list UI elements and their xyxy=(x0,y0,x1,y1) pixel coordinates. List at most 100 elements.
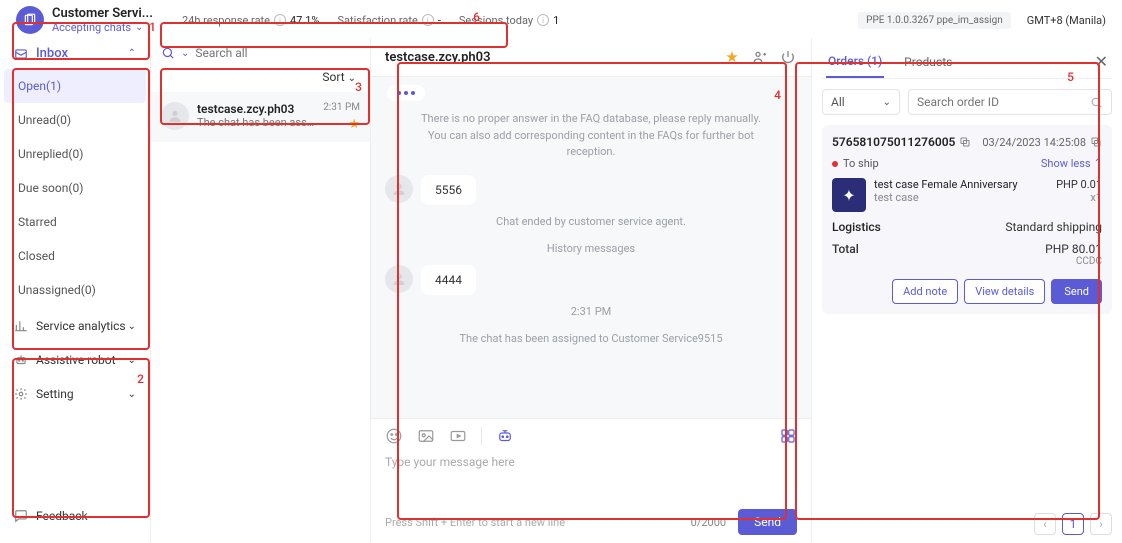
char-counter: 0/2000 xyxy=(691,516,726,529)
chat-body[interactable]: There is no proper answer in the FAQ dat… xyxy=(371,77,811,418)
stat-sessions: Sessions today i 1 xyxy=(459,14,559,27)
accepting-chats-toggle[interactable]: Accepting chats ⌄ xyxy=(52,21,162,34)
avatar-icon xyxy=(385,265,413,293)
compose-hint: Press Shift + Enter to start a new line xyxy=(385,516,681,529)
tab-orders[interactable]: Orders (1) xyxy=(826,48,884,78)
order-send-button[interactable]: Send xyxy=(1051,279,1102,304)
copy-icon[interactable] xyxy=(959,136,971,148)
system-message: The chat has been assigned to Customer S… xyxy=(385,328,797,349)
power-icon[interactable] xyxy=(779,48,797,66)
brand-status-label: Accepting chats xyxy=(52,21,131,34)
info-icon[interactable]: i xyxy=(422,14,434,26)
info-icon[interactable]: i xyxy=(274,14,286,26)
message-row: 5556 xyxy=(385,175,797,205)
chat-pane: testcase.zcy.ph03 ★ There is no proper a… xyxy=(370,38,812,543)
feedback-icon xyxy=(14,509,28,523)
order-status-text: To ship xyxy=(843,157,879,170)
chevron-up-icon: ⌃ xyxy=(128,48,136,59)
emoji-icon[interactable] xyxy=(385,427,403,445)
logistics-value: Standard shipping xyxy=(1005,220,1102,234)
sidebar-feedback-label: Feedback xyxy=(36,509,88,523)
chevron-down-icon: ⌄ xyxy=(128,321,136,332)
total-value: PHP 80.01 xyxy=(1045,242,1102,256)
product-price: PHP 0.01 xyxy=(1056,178,1102,191)
order-status: To ship xyxy=(832,157,879,170)
conv-search-input[interactable] xyxy=(195,46,360,60)
sidebar-inbox-label: Inbox xyxy=(36,46,68,61)
conv-item-time: 2:31 PM xyxy=(323,102,360,113)
transfer-agent-icon[interactable] xyxy=(751,48,769,66)
video-icon[interactable] xyxy=(449,427,467,445)
brand-avatar xyxy=(16,6,44,34)
stat-value: 1 xyxy=(553,14,559,27)
order-total-row: Total PHP 80.01 CCDC xyxy=(832,242,1102,267)
conversation-list: ⌄ Sort ⌄ testcase.zcy.ph03 The chat has … xyxy=(150,38,370,543)
bot-icon[interactable] xyxy=(496,427,514,445)
sidebar-item-open[interactable]: Open(1) xyxy=(4,69,146,103)
sidebar-item-closed[interactable]: Closed xyxy=(4,239,146,273)
sidebar-robot-label: Assistive robot xyxy=(36,353,116,367)
product-name: test case Female Anniversary xyxy=(874,178,1048,191)
search-icon[interactable] xyxy=(1090,96,1103,109)
sidebar-item-unassigned[interactable]: Unassigned(0) xyxy=(4,273,146,307)
order-id: 576581075011276005 xyxy=(832,135,971,149)
env-badge: PPE 1.0.0.3267 ppe_im_assign xyxy=(858,12,1011,29)
select-label: All xyxy=(831,95,845,109)
add-note-button[interactable]: Add note xyxy=(892,279,958,304)
sidebar-section-robot[interactable]: Assistive robot ⌄ xyxy=(4,345,146,375)
order-search-input[interactable] xyxy=(917,95,1090,109)
stat-label: Satisfaction rate xyxy=(338,14,418,27)
sidebar-item-unreplied[interactable]: Unreplied(0) xyxy=(4,137,146,171)
send-button[interactable]: Send xyxy=(738,509,797,535)
right-panel: Orders (1) Products ✕ All ⌄ xyxy=(812,38,1122,543)
show-less-toggle[interactable]: Show less ⌃ xyxy=(1041,157,1102,170)
view-details-button[interactable]: View details xyxy=(964,279,1045,304)
chevron-up-icon: ⌃ xyxy=(1094,158,1102,169)
search-icon[interactable] xyxy=(161,46,175,60)
order-date-text: 03/24/2023 14:25:08 xyxy=(982,136,1086,149)
compose-input[interactable]: Type your message here xyxy=(385,451,797,479)
stat-satisfaction: Satisfaction rate i - xyxy=(338,14,441,27)
apps-grid-icon[interactable] xyxy=(779,427,797,445)
sidebar-inbox-header[interactable]: Inbox ⌃ xyxy=(4,38,146,69)
info-icon[interactable]: i xyxy=(537,14,549,26)
sidebar-feedback[interactable]: Feedback xyxy=(4,499,146,537)
status-dot-icon xyxy=(832,161,838,167)
sidebar-item-duesoon[interactable]: Due soon(0) xyxy=(4,171,146,205)
sidebar: Inbox ⌃ Open(1) Unread(0) Unreplied(0) D… xyxy=(0,38,150,543)
order-search[interactable] xyxy=(908,89,1112,115)
chevron-down-icon: ⌄ xyxy=(348,73,356,84)
order-filter-select[interactable]: All ⌄ xyxy=(822,89,900,115)
timezone-label: GMT+8 (Manila) xyxy=(1027,14,1106,27)
message-row: 4444 xyxy=(385,265,797,295)
star-icon[interactable]: ★ xyxy=(348,117,360,132)
total-label: Total xyxy=(832,242,859,267)
sidebar-setting-label: Setting xyxy=(36,387,74,401)
sidebar-section-analytics[interactable]: Service analytics ⌄ xyxy=(4,311,146,341)
pager-page-current[interactable]: 1 xyxy=(1062,513,1084,535)
conv-sort[interactable]: Sort ⌄ xyxy=(151,68,370,92)
order-logistics-row: Logistics Standard shipping xyxy=(832,220,1102,234)
conversation-item[interactable]: testcase.zcy.ph03 The chat has been assi… xyxy=(151,92,370,142)
product-thumbnail: ✦ xyxy=(832,178,866,212)
pager-prev-button[interactable]: ‹ xyxy=(1034,513,1056,535)
avatar-icon xyxy=(161,102,189,130)
avatar-icon xyxy=(385,175,413,203)
tab-products[interactable]: Products xyxy=(902,49,954,77)
image-icon[interactable] xyxy=(417,427,435,445)
pager-next-button[interactable]: › xyxy=(1090,513,1112,535)
chevron-down-icon[interactable]: ⌄ xyxy=(181,48,189,59)
gear-icon xyxy=(14,387,28,401)
system-message: History messages xyxy=(385,238,797,259)
copy-icon[interactable] xyxy=(1090,136,1102,148)
conv-item-preview: The chat has been assig... xyxy=(197,116,315,129)
star-icon[interactable]: ★ xyxy=(723,48,741,66)
message-bubble: 5556 xyxy=(421,175,476,205)
sidebar-item-unread[interactable]: Unread(0) xyxy=(4,103,146,137)
chevron-down-icon: ⌄ xyxy=(883,97,891,108)
order-product-row: ✦ test case Female Anniversary test case… xyxy=(832,178,1102,212)
inbox-icon xyxy=(14,47,28,61)
sidebar-item-starred[interactable]: Starred xyxy=(4,205,146,239)
sidebar-section-setting[interactable]: Setting ⌄ xyxy=(4,379,146,409)
close-icon[interactable]: ✕ xyxy=(1095,52,1108,75)
